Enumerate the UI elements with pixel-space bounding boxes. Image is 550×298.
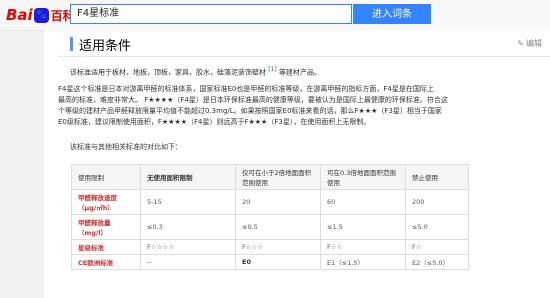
row-label: 甲醛释放量（mg/l）: [71, 214, 141, 240]
search-input[interactable]: F4星标准: [70, 4, 352, 24]
table-row: 甲醛释放量（mg/l） ≤0.3 ≤0.5 ≤1.5 ≤5.0: [71, 214, 469, 240]
p2-line: F4星这个标准是日本对游离甲醛的标准体系，国家标准E0也是甲醛的标准等级，在游离…: [58, 85, 434, 93]
section-title: 适用条件: [79, 38, 132, 54]
table-cell: E2（≤5.0）: [405, 254, 469, 270]
table-cell: E0: [235, 254, 321, 270]
p2-line: E0级标准，建议限制使用面积，F★★★★（F4星）则远高于F★★★（F3星），在…: [58, 118, 371, 126]
top-bar: Bai 🐾 百科 F4星标准 进入词条: [0, 0, 550, 31]
table-header-cell: 禁止使用: [405, 164, 469, 190]
table-cell: ≤5.0: [405, 214, 469, 240]
p2-line: 最高的标准，难度非常大。 F★★★★（F4星）是日本环保标准最高的健康等级，要被…: [58, 96, 448, 104]
table-cell: ≤1.5: [320, 214, 406, 240]
p2-line: 个等级的建材产品甲醛释放限量平均值不能超过0.3mg/L。如果按照国家E0标准来…: [58, 107, 442, 115]
table-cell: F☆: [405, 239, 469, 255]
p1-text: 该标准适用于板材，地板，顶板，家具，胶水，硅藻泥装饰壁材: [70, 68, 266, 77]
table-row: CE欧洲标准 -- E0 E1（≤1.5） E2（≤5.0）: [71, 254, 469, 270]
table-header-cell: 可在0.3倍地面面积范围使用: [320, 164, 406, 190]
logo-bai: Bai: [6, 6, 33, 24]
p1-tail: 等建材产品。: [278, 68, 321, 77]
paw-icon: 🐾: [33, 7, 49, 23]
table-cell: 5-15: [140, 189, 236, 215]
table-cell: --: [140, 254, 236, 270]
enter-entry-button[interactable]: 进入词条: [353, 4, 431, 24]
table-row: 甲醛释放速度（μg/㎡h） 5-15 20 60 200: [71, 189, 469, 215]
section-bar: [70, 37, 73, 51]
edit-label: 编辑: [526, 39, 542, 48]
table-header-cell: 仅可在小于2倍地面面积范围使用: [235, 164, 321, 190]
table-row: 星级标准 F☆☆☆☆ F☆☆☆ F☆☆ F☆: [71, 239, 469, 255]
table-header-cell: 使用限制: [71, 164, 141, 190]
table-cell: ≤0.3: [140, 214, 236, 240]
content-card: 适用条件 ✎ 编辑 该标准适用于板材，地板，顶板，家具，胶水，硅藻泥装饰壁材 […: [44, 30, 550, 298]
paragraph-2: F4星这个标准是日本对游离甲醛的标准体系，国家标准E0也是甲醛的标准等级，在游离…: [58, 84, 546, 128]
table-cell: ≤0.5: [235, 214, 321, 240]
table-cell: 20: [235, 189, 321, 215]
table-header-row: 使用限制 无使用面积限制 仅可在小于2倍地面面积范围使用 可在0.3倍地面面积范…: [71, 164, 469, 190]
table-cell: 60: [320, 189, 406, 215]
table-cell: F☆☆: [320, 239, 406, 255]
row-label: 甲醛释放速度（μg/㎡h）: [71, 189, 141, 215]
table-header-cell: 无使用面积限制: [140, 164, 236, 190]
row-label: CE欧洲标准: [71, 254, 141, 270]
table-cell: 200: [405, 189, 469, 215]
citation-link[interactable]: [1]: [268, 66, 277, 73]
table-cell: E1（≤1.5）: [320, 254, 406, 270]
paragraph-1: 该标准适用于板材，地板，顶板，家具，胶水，硅藻泥装饰壁材 [1] 等建材产品。: [70, 64, 540, 78]
pencil-icon: ✎: [517, 39, 524, 48]
table-cell: F☆☆☆☆: [140, 239, 236, 255]
paragraph-3: 该标准与其他相关标准的对比如下：: [70, 143, 182, 151]
edit-link[interactable]: ✎ 编辑: [517, 38, 542, 49]
row-label: 星级标准: [71, 239, 141, 255]
divider: [58, 56, 550, 57]
section-heading: 适用条件: [70, 36, 132, 54]
table-cell: F☆☆☆: [235, 239, 321, 255]
baidu-logo[interactable]: Bai 🐾 百科: [6, 5, 75, 25]
comparison-table: 使用限制 无使用面积限制 仅可在小于2倍地面面积范围使用 可在0.3倍地面面积范…: [71, 164, 469, 270]
